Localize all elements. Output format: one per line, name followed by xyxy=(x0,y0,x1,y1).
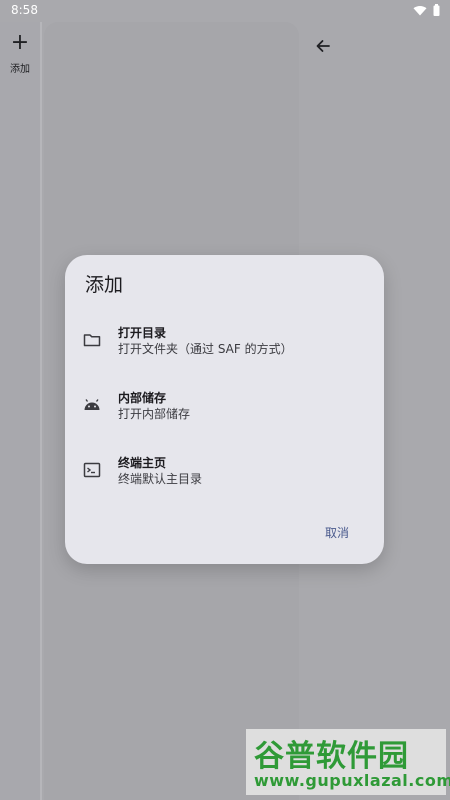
plus-icon: + xyxy=(10,30,30,55)
folder-icon xyxy=(83,334,101,347)
open-directory-item[interactable]: 打开目录 打开文件夹（通过 SAF 的方式） xyxy=(65,320,384,370)
add-button-label: 添加 xyxy=(10,64,30,75)
cancel-button[interactable]: 取消 xyxy=(325,524,349,541)
add-button[interactable]: + 添加 xyxy=(0,30,40,76)
watermark-url: www.gupuxlazal.com xyxy=(254,771,450,790)
item-subtitle: 打开内部储存 xyxy=(118,407,191,421)
terminal-home-item[interactable]: 终端主页 终端默认主目录 xyxy=(65,450,384,500)
dialog-title: 添加 xyxy=(85,274,124,296)
status-time: 8:58 xyxy=(11,3,38,17)
internal-storage-item[interactable]: 内部储存 打开内部储存 xyxy=(65,385,384,435)
rail-divider xyxy=(40,22,42,800)
watermark: 谷普软件园 www.gupuxlazal.com xyxy=(246,729,450,795)
battery-icon xyxy=(433,4,440,16)
wifi-icon xyxy=(413,5,427,15)
item-title: 内部储存 xyxy=(118,391,167,405)
terminal-icon xyxy=(83,462,101,478)
item-title: 打开目录 xyxy=(118,326,167,340)
item-title: 终端主页 xyxy=(118,456,167,470)
navigation-rail xyxy=(0,22,40,800)
back-arrow-icon[interactable] xyxy=(313,36,333,56)
android-icon xyxy=(84,399,100,410)
status-icons xyxy=(413,4,440,16)
status-bar: 8:58 xyxy=(0,0,450,22)
item-subtitle: 终端默认主目录 xyxy=(118,472,203,486)
item-subtitle: 打开文件夹（通过 SAF 的方式） xyxy=(118,342,293,356)
watermark-name: 谷普软件园 xyxy=(254,739,409,774)
add-dialog: 添加 打开目录 打开文件夹（通过 SAF 的方式） 内部储存 打开内部储存 终端… xyxy=(65,255,384,564)
